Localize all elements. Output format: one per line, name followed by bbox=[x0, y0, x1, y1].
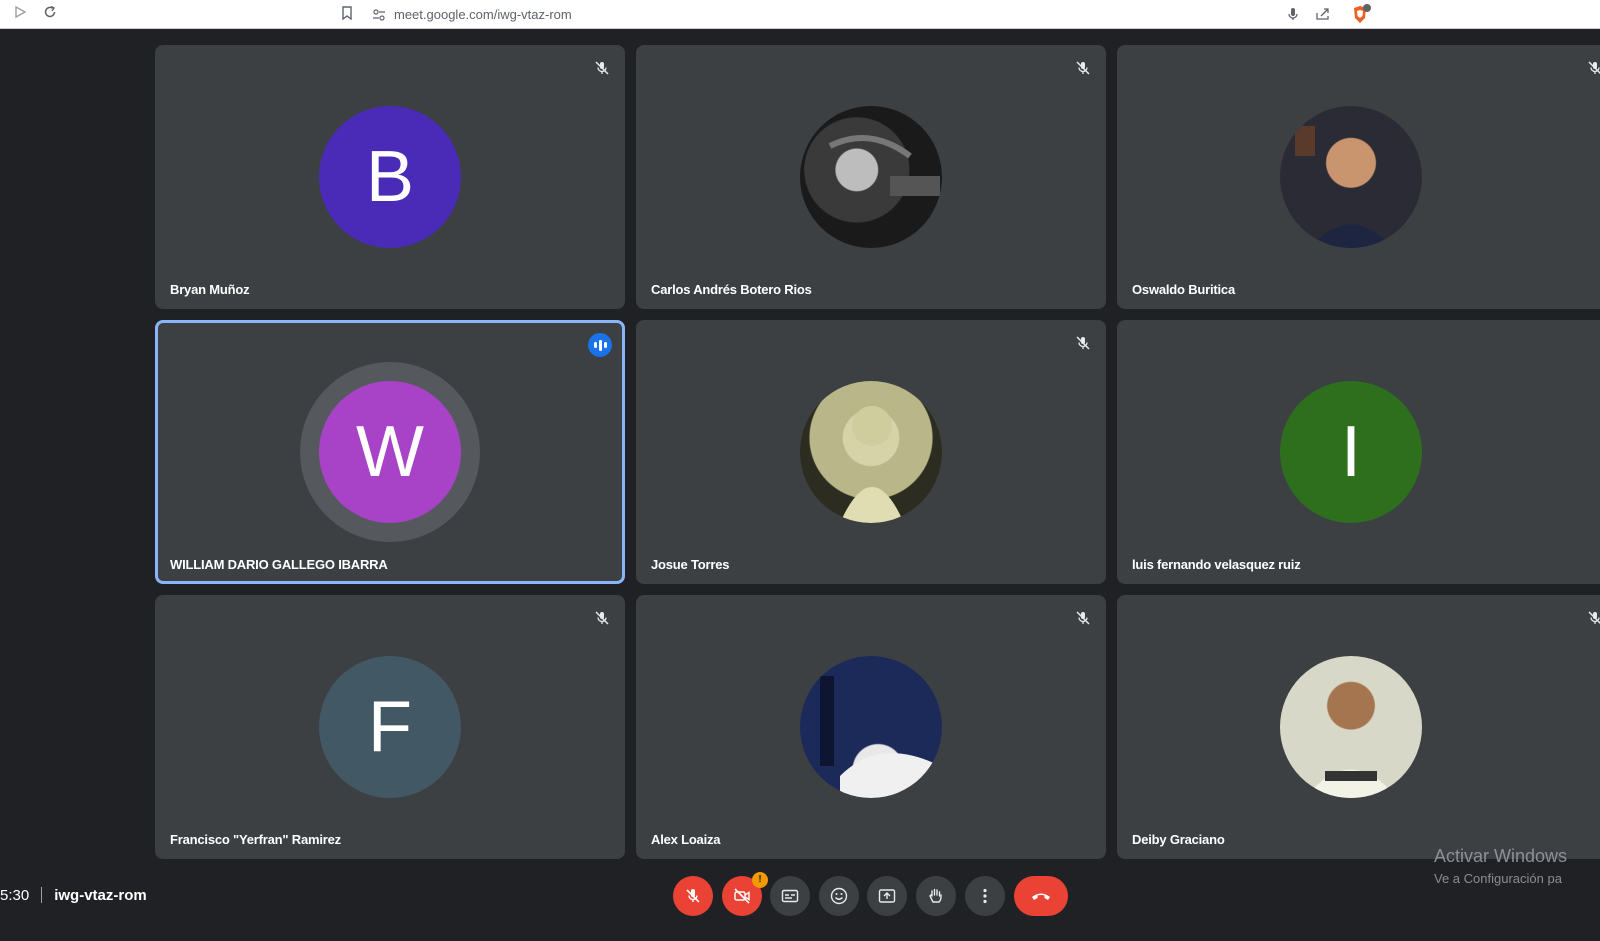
participant-name: Bryan Muñoz bbox=[170, 282, 250, 297]
alert-badge: ! bbox=[752, 872, 768, 888]
raise-hand-button[interactable] bbox=[916, 876, 956, 916]
hand-icon bbox=[929, 888, 942, 903]
mic-off-icon bbox=[686, 889, 700, 903]
reactions-button[interactable] bbox=[819, 876, 859, 916]
participant-tile[interactable]: B Bryan Muñoz bbox=[155, 45, 625, 309]
participant-tile[interactable]: Deiby Graciano bbox=[1117, 595, 1600, 859]
avatar: B bbox=[319, 106, 461, 248]
participant-name: Josue Torres bbox=[651, 557, 730, 572]
participant-tile[interactable]: Carlos Andrés Botero Rios bbox=[636, 45, 1106, 309]
avatar-photo bbox=[800, 106, 942, 248]
participant-name: luis fernando velasquez ruiz bbox=[1132, 557, 1301, 572]
avatar-photo bbox=[800, 381, 942, 523]
participant-tile[interactable]: Oswaldo Buritica bbox=[1117, 45, 1600, 309]
avatar-photo bbox=[1280, 106, 1422, 248]
mic-muted-icon bbox=[593, 59, 611, 77]
hang-up-icon bbox=[1032, 893, 1050, 900]
watermark-title: Activar Windows bbox=[1434, 846, 1568, 866]
camera-off-icon bbox=[734, 888, 750, 904]
watermark-subtitle: Ve a Configuración pa bbox=[1434, 871, 1562, 886]
avatar-photo bbox=[800, 656, 942, 798]
participant-tile[interactable]: Alex Loaiza bbox=[636, 595, 1106, 859]
participant-tile-speaking[interactable]: W WILLIAM DARIO GALLEGO IBARRA bbox=[155, 320, 625, 584]
microphone-icon[interactable] bbox=[1283, 4, 1303, 24]
participant-name: Deiby Graciano bbox=[1132, 832, 1225, 847]
reload-icon[interactable] bbox=[40, 4, 60, 24]
microphone-toggle-button[interactable] bbox=[673, 876, 713, 916]
url-text[interactable]: meet.google.com/iwg-vtaz-rom bbox=[394, 7, 572, 22]
present-screen-button[interactable] bbox=[867, 876, 907, 916]
participant-name: Francisco "Yerfran" Ramirez bbox=[170, 832, 341, 847]
mic-muted-icon bbox=[593, 609, 611, 627]
play-icon[interactable] bbox=[10, 4, 30, 24]
divider bbox=[41, 887, 43, 903]
participant-name: Carlos Andrés Botero Rios bbox=[651, 282, 812, 297]
avatar: F bbox=[319, 656, 461, 798]
speaking-indicator-icon bbox=[588, 333, 612, 357]
meeting-info: 5:30 iwg-vtaz-rom bbox=[0, 884, 147, 906]
participant-name: WILLIAM DARIO GALLEGO IBARRA bbox=[170, 557, 388, 572]
participant-tile[interactable]: F Francisco "Yerfran" Ramirez bbox=[155, 595, 625, 859]
mic-muted-icon bbox=[1074, 609, 1092, 627]
captions-button[interactable] bbox=[770, 876, 810, 916]
present-icon bbox=[878, 889, 896, 903]
avatar-photo bbox=[1280, 656, 1422, 798]
participant-name: Oswaldo Buritica bbox=[1132, 282, 1235, 297]
meeting-time: 5:30 bbox=[0, 886, 30, 904]
meeting-code: iwg-vtaz-rom bbox=[54, 886, 147, 904]
participant-tile[interactable]: I luis fernando velasquez ruiz bbox=[1117, 320, 1600, 584]
emoji-icon bbox=[830, 887, 848, 905]
mic-muted-icon bbox=[1586, 59, 1600, 77]
address-bar[interactable]: meet.google.com/iwg-vtaz-rom bbox=[372, 0, 572, 29]
avatar: I bbox=[1280, 381, 1422, 523]
brave-shield-icon[interactable] bbox=[1350, 4, 1371, 24]
participant-tile[interactable]: Josue Torres bbox=[636, 320, 1106, 584]
site-settings-icon[interactable] bbox=[372, 8, 386, 22]
more-options-button[interactable] bbox=[965, 876, 1005, 916]
mic-muted-icon bbox=[1586, 609, 1600, 627]
more-vert-icon bbox=[983, 888, 987, 904]
windows-activation-watermark: Activar Windows Ve a Configuración pa bbox=[1434, 846, 1567, 886]
leave-call-button[interactable] bbox=[1014, 876, 1068, 916]
bookmark-icon[interactable] bbox=[340, 4, 354, 22]
mic-muted-icon bbox=[1074, 334, 1092, 352]
participant-name: Alex Loaiza bbox=[651, 832, 721, 847]
camera-toggle-button[interactable]: ! bbox=[722, 872, 768, 916]
mic-muted-icon bbox=[1074, 59, 1092, 77]
avatar: W bbox=[319, 381, 461, 523]
captions-icon bbox=[781, 889, 799, 903]
browser-toolbar: meet.google.com/iwg-vtaz-rom bbox=[0, 0, 1600, 29]
share-icon[interactable] bbox=[1313, 4, 1333, 24]
